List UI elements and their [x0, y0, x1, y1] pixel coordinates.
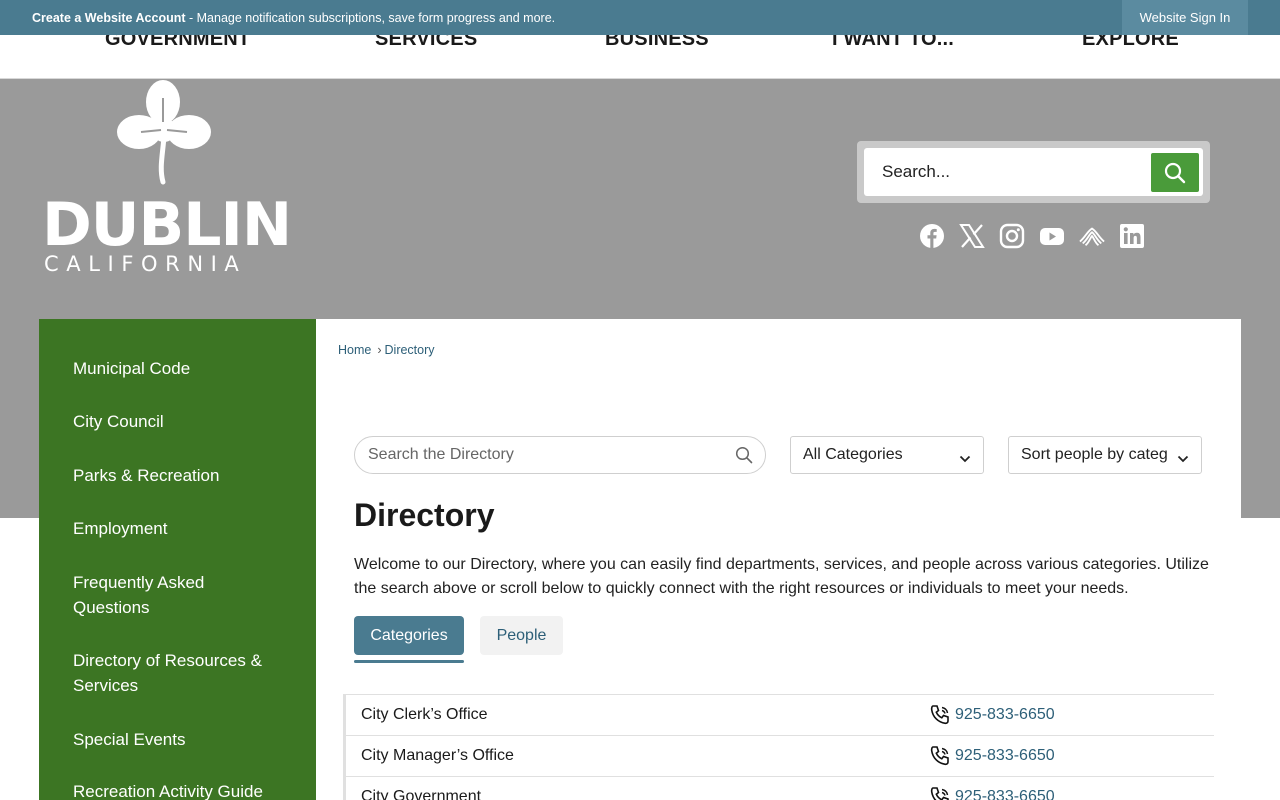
linkedin-icon[interactable]: [1119, 222, 1145, 250]
phone-icon: [930, 705, 949, 725]
active-tab-indicator: [354, 660, 464, 663]
account-bar: Create a Website Account - Manage notifi…: [0, 0, 1280, 35]
phone-number: 925-833-6650: [955, 747, 1055, 764]
main-content: Home›Directory All Categories Sort peopl…: [316, 319, 1241, 800]
youtube-icon[interactable]: [1039, 222, 1065, 250]
search-icon: [1164, 162, 1186, 183]
chevron-down-icon: [959, 450, 971, 468]
phone-icon: [930, 787, 949, 800]
breadcrumb-home[interactable]: Home: [338, 343, 371, 357]
list-item: City Government 925-833-6650: [346, 776, 1214, 800]
sidebar-item-parks-recreation[interactable]: Parks & Recreation: [73, 463, 283, 488]
phone-link[interactable]: 925-833-6650: [929, 786, 1055, 800]
create-account-link[interactable]: Create a Website Account: [32, 11, 186, 25]
list-item-name[interactable]: City Clerk’s Office: [361, 706, 488, 724]
sign-in-button[interactable]: Website Sign In: [1122, 0, 1248, 35]
directory-intro: Welcome to our Directory, where you can …: [354, 556, 1209, 597]
category-select[interactable]: All Categories: [790, 436, 984, 474]
shamrock-icon: [117, 80, 211, 185]
site-search-button[interactable]: [1151, 153, 1199, 192]
directory-search-input[interactable]: [368, 445, 718, 465]
breadcrumb-separator: ›: [377, 343, 382, 357]
list-item-name[interactable]: City Government: [361, 788, 481, 800]
logo-subtitle: CALIFORNIA: [44, 252, 247, 276]
sidebar-item-city-council[interactable]: City Council: [73, 409, 283, 434]
sidebar-item-employment[interactable]: Employment: [73, 516, 283, 541]
instagram-icon[interactable]: [999, 222, 1025, 250]
list-item-name[interactable]: City Manager’s Office: [361, 747, 514, 765]
search-icon[interactable]: [735, 446, 753, 469]
category-select-value: All Categories: [803, 446, 903, 463]
site-search: [857, 141, 1210, 203]
chevron-down-icon: [1177, 450, 1189, 468]
account-message: Create a Website Account - Manage notifi…: [32, 11, 555, 25]
list-item: City Clerk’s Office 925-833-6650: [346, 694, 1214, 735]
sidebar-item-faq[interactable]: Frequently Asked Questions: [73, 570, 283, 620]
sidebar: Municipal Code City Council Parks & Recr…: [39, 319, 316, 800]
sidebar-item-special-events[interactable]: Special Events: [73, 727, 283, 752]
tab-categories[interactable]: Categories: [354, 616, 464, 655]
x-icon[interactable]: [959, 222, 985, 250]
directory-search: [354, 436, 766, 474]
tab-people[interactable]: People: [480, 616, 563, 655]
sidebar-item-municipal-code[interactable]: Municipal Code: [73, 356, 283, 381]
site-search-input[interactable]: [882, 160, 1132, 184]
phone-link[interactable]: 925-833-6650: [929, 704, 1055, 726]
breadcrumb: Home › Directory: [338, 343, 435, 357]
sort-select-value: Sort people by category: [1021, 446, 1167, 463]
site-logo[interactable]: DUBLIN CALIFORNIA: [40, 78, 292, 278]
page-title: Directory: [354, 497, 495, 533]
nextdoor-icon[interactable]: [1079, 222, 1105, 250]
phone-number: 925-833-6650: [955, 788, 1055, 800]
breadcrumb-current[interactable]: Directory: [385, 343, 435, 357]
sort-select[interactable]: Sort people by category: [1008, 436, 1202, 474]
social-links: [919, 222, 1145, 250]
phone-link[interactable]: 925-833-6650: [929, 745, 1055, 767]
account-message-text: - Manage notification subscriptions, sav…: [185, 11, 556, 25]
phone-number: 925-833-6650: [955, 706, 1055, 723]
list-item: City Manager’s Office 925-833-6650: [346, 735, 1214, 776]
directory-list: City Clerk’s Office 925-833-6650 City Ma…: [343, 694, 1214, 800]
sidebar-item-activity-guide[interactable]: Recreation Activity Guide: [73, 779, 283, 800]
sidebar-item-directory[interactable]: Directory of Resources & Services: [73, 648, 283, 698]
facebook-icon[interactable]: [919, 222, 945, 250]
site-search-box: [864, 148, 1203, 196]
phone-icon: [930, 746, 949, 766]
logo-wordmark: DUBLIN: [42, 190, 292, 260]
